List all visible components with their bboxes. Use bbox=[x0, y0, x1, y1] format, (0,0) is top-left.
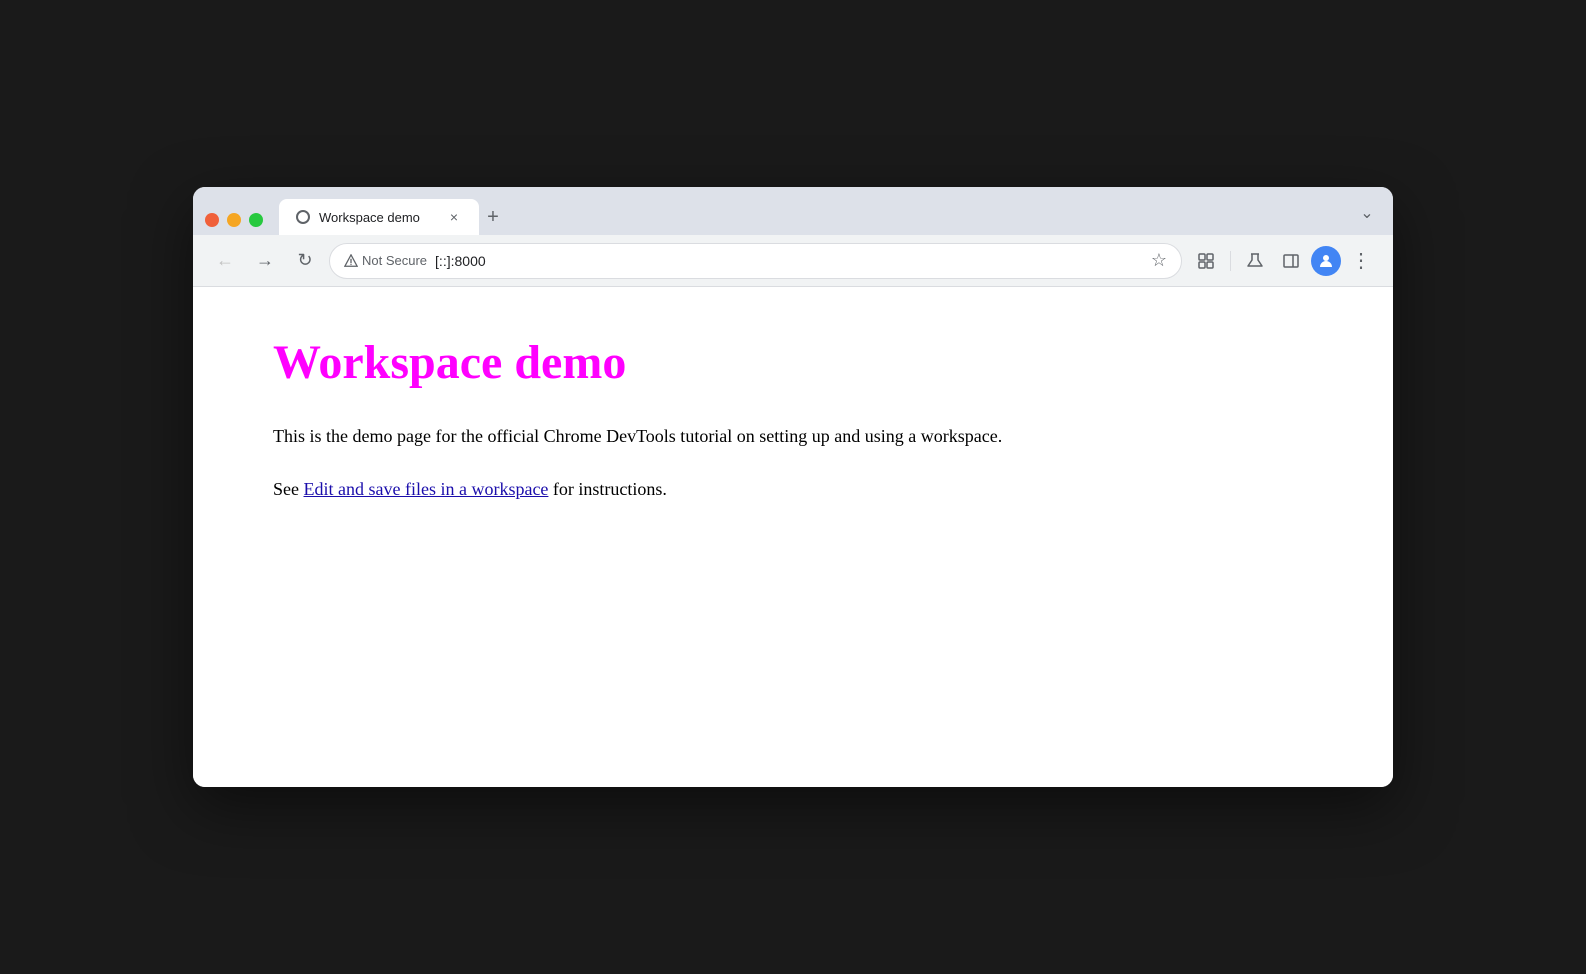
toolbar-right: ⋮ bbox=[1190, 245, 1377, 277]
paragraph-2-after: for instructions. bbox=[548, 479, 667, 499]
minimize-button[interactable] bbox=[227, 213, 241, 227]
paragraph-2: See Edit and save files in a workspace f… bbox=[273, 475, 1313, 504]
tab-favicon bbox=[295, 209, 311, 225]
page-heading: Workspace demo bbox=[273, 335, 1313, 390]
security-label: Not Secure bbox=[362, 253, 427, 268]
browser-window: Workspace demo × + ⌄ ← → ↻ Not Secure bbox=[193, 187, 1393, 787]
tab-close-button[interactable]: × bbox=[445, 208, 463, 226]
puzzle-icon bbox=[1197, 252, 1215, 270]
maximize-button[interactable] bbox=[249, 213, 263, 227]
page-body: This is the demo page for the official C… bbox=[273, 422, 1313, 504]
more-icon: ⋮ bbox=[1351, 248, 1371, 273]
bookmark-icon[interactable]: ☆ bbox=[1151, 250, 1167, 271]
back-button[interactable]: ← bbox=[209, 245, 241, 277]
extensions-button[interactable] bbox=[1190, 245, 1222, 277]
warning-icon bbox=[344, 254, 358, 268]
sidebar-icon bbox=[1282, 252, 1300, 270]
address-bar[interactable]: Not Secure [::]:8000 ☆ bbox=[329, 243, 1182, 279]
globe-icon bbox=[296, 210, 310, 224]
profile-button[interactable] bbox=[1311, 246, 1341, 276]
url-display: [::]:8000 bbox=[435, 253, 486, 269]
page-content: Workspace demo This is the demo page for… bbox=[193, 287, 1393, 787]
active-tab[interactable]: Workspace demo × bbox=[279, 199, 479, 235]
person-icon bbox=[1318, 253, 1334, 269]
new-tab-button[interactable]: + bbox=[479, 203, 507, 231]
toolbar: ← → ↻ Not Secure [::]:8000 ☆ bbox=[193, 235, 1393, 287]
sidebar-button[interactable] bbox=[1275, 245, 1307, 277]
close-button[interactable] bbox=[205, 213, 219, 227]
lab-button[interactable] bbox=[1239, 245, 1271, 277]
reload-button[interactable]: ↻ bbox=[289, 245, 321, 277]
tab-title: Workspace demo bbox=[319, 210, 437, 225]
paragraph-1: This is the demo page for the official C… bbox=[273, 422, 1313, 451]
traffic-lights bbox=[205, 213, 263, 227]
forward-button[interactable]: → bbox=[249, 245, 281, 277]
tab-list-button[interactable]: ⌄ bbox=[1353, 199, 1381, 227]
address-actions: ☆ bbox=[1151, 250, 1167, 271]
paragraph-2-before: See bbox=[273, 479, 304, 499]
lab-icon bbox=[1246, 252, 1264, 270]
toolbar-divider bbox=[1230, 251, 1231, 271]
tab-list-area: ⌄ bbox=[1353, 199, 1381, 227]
more-button[interactable]: ⋮ bbox=[1345, 245, 1377, 277]
security-indicator: Not Secure bbox=[344, 253, 427, 268]
tab-bar: Workspace demo × + ⌄ bbox=[193, 187, 1393, 235]
workspace-link[interactable]: Edit and save files in a workspace bbox=[304, 479, 549, 499]
